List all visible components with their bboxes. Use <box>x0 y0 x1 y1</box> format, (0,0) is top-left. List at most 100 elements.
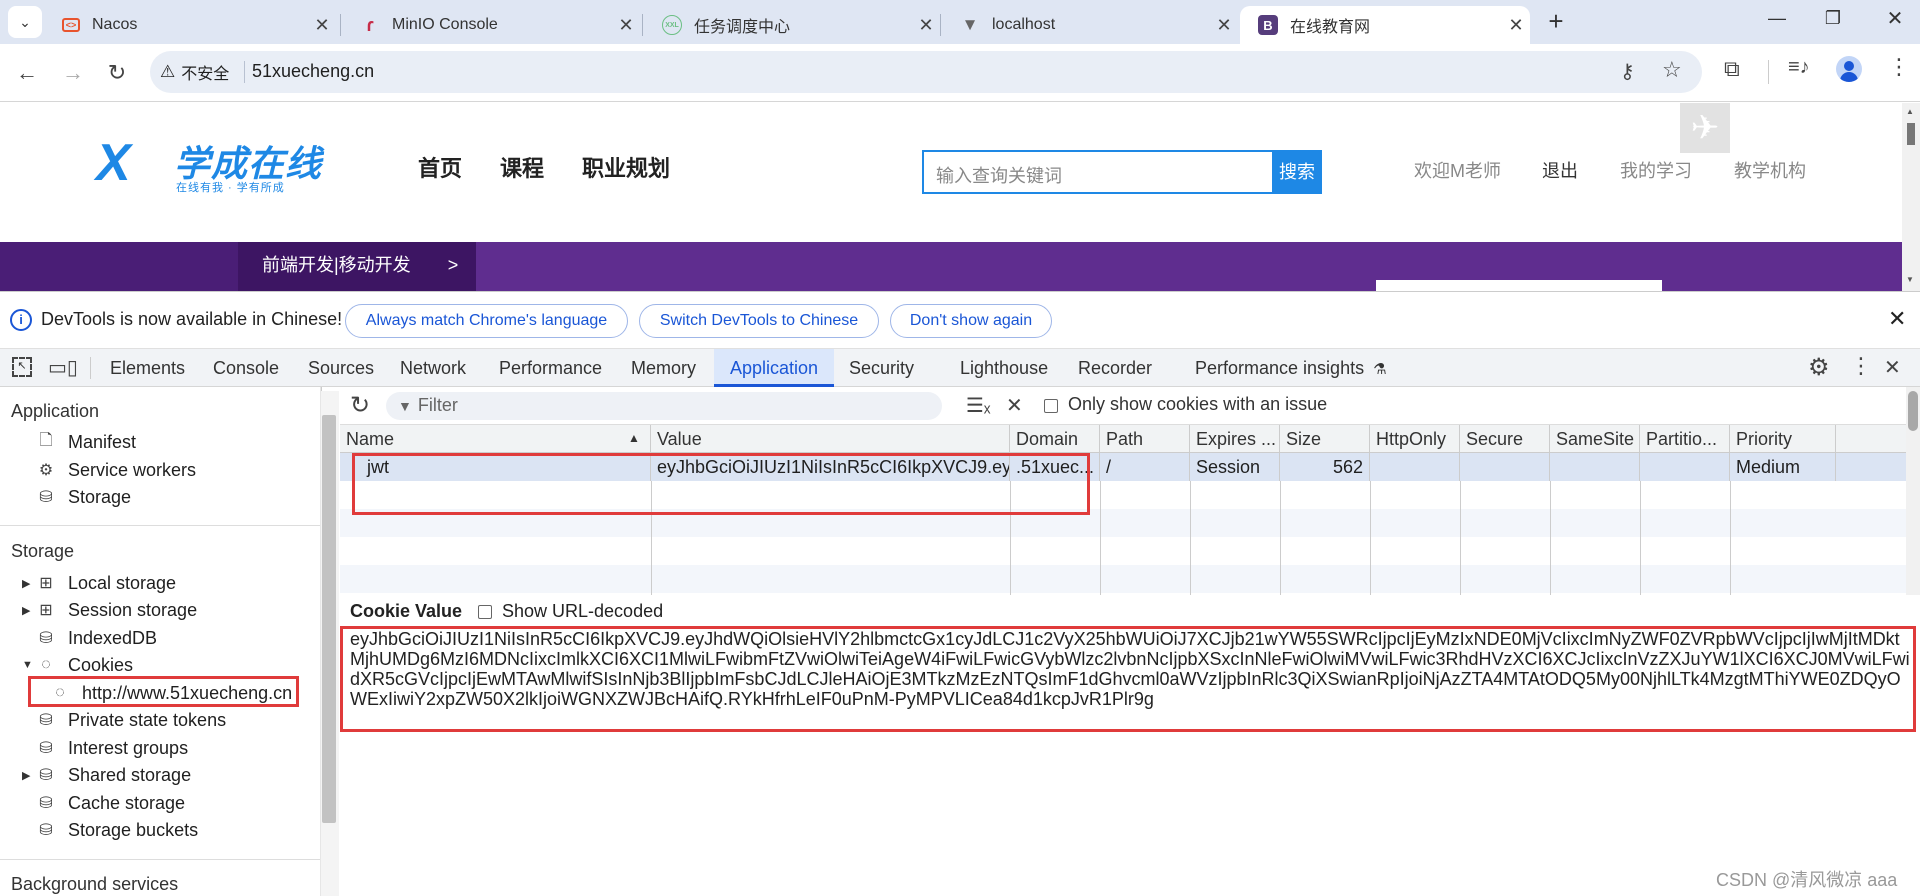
tab-security[interactable]: Security <box>849 349 914 387</box>
col-domain[interactable]: Domain <box>1010 425 1100 453</box>
site-search-input[interactable]: 输入查询关键词 <box>922 150 1272 194</box>
logout-link[interactable]: 退出 <box>1542 157 1578 183</box>
show-url-decoded-checkbox[interactable] <box>478 605 492 619</box>
tab-console[interactable]: Console <box>213 349 279 387</box>
sidebar-item-local-storage[interactable]: ⊞ Local storage <box>36 570 176 596</box>
tab-application[interactable]: Application <box>714 349 834 387</box>
sidebar-item-cookies[interactable]: ◌ Cookies <box>36 652 133 678</box>
browser-tab-localhost[interactable]: ▼ localhost ✕ <box>942 6 1238 44</box>
col-name[interactable]: Name <box>340 425 651 453</box>
switch-to-chinese-button[interactable]: Switch DevTools to Chinese <box>639 304 879 338</box>
nav-home[interactable]: 首页 <box>418 151 462 183</box>
tab-recorder[interactable]: Recorder <box>1078 349 1152 387</box>
banner-menu[interactable]: 前端开发|移动开发 > <box>238 242 476 291</box>
site-logo[interactable]: X 学成在线 在线有我 · 学有所成 <box>96 135 346 194</box>
expand-triangle-icon[interactable]: ▶ <box>22 577 30 590</box>
tab-performance-insights[interactable]: Performance insights ⚗ <box>1195 349 1387 387</box>
page-scrollbar[interactable]: ▲ ▼ <box>1902 103 1920 291</box>
teaching-org-link[interactable]: 教学机构 <box>1734 157 1806 183</box>
profile-avatar[interactable] <box>1836 56 1862 82</box>
sidebar-item-service-workers[interactable]: ⚙ Service workers <box>36 457 196 483</box>
extensions-icon[interactable]: ⧉ <box>1724 56 1740 82</box>
browser-tab-xxl-job[interactable]: XXL 任务调度中心 ✕ <box>644 6 940 44</box>
url-text[interactable]: 51xuecheng.cn <box>252 61 374 82</box>
close-icon[interactable]: ✕ <box>1210 15 1238 36</box>
close-icon[interactable]: ✕ <box>1502 15 1530 36</box>
bookmark-star-icon[interactable]: ☆ <box>1662 57 1682 83</box>
back-button[interactable]: ← <box>12 58 42 88</box>
refresh-icon[interactable]: ↻ <box>350 391 370 420</box>
browser-tab-minio[interactable]: ɾ MinIO Console ✕ <box>342 6 640 44</box>
browser-tab-nacos[interactable]: <> Nacos ✕ <box>44 6 336 44</box>
tab-performance[interactable]: Performance <box>499 349 602 387</box>
close-icon[interactable]: ✕ <box>912 15 940 36</box>
key-icon[interactable]: ⚷ <box>1620 59 1635 84</box>
collapse-triangle-icon[interactable]: ▼ <box>22 659 33 671</box>
devtools-close-icon[interactable]: ✕ <box>1884 355 1901 380</box>
new-tab-button[interactable]: + <box>1540 6 1572 38</box>
sidebar-item-session-storage[interactable]: ⊞ Session storage <box>36 597 197 623</box>
browser-tab-active[interactable]: B 在线教育网 ✕ <box>1240 6 1530 44</box>
airplane-icon[interactable]: ✈ <box>1680 103 1730 153</box>
settings-gear-icon[interactable]: ⚙ <box>1808 353 1830 382</box>
sidebar-item-shared-storage[interactable]: ⛁ Shared storage <box>36 762 191 788</box>
close-icon[interactable]: ✕ <box>612 15 640 36</box>
window-close-button[interactable]: ✕ <box>1880 6 1910 34</box>
sidebar-scrollbar-track[interactable] <box>321 391 339 896</box>
omnibox[interactable]: ⚠ 不安全 51xuecheng.cn ⚷ ☆ <box>150 51 1702 93</box>
reload-button[interactable]: ↻ <box>102 58 132 88</box>
nav-career[interactable]: 职业规划 <box>582 151 670 183</box>
device-toolbar-icon[interactable]: ▭▯ <box>48 355 78 380</box>
table-grid-icon: ⊞ <box>39 575 53 592</box>
security-chip[interactable]: ⚠ 不安全 <box>160 57 229 87</box>
clear-filtered-icon[interactable]: ☰ₓ <box>966 393 991 418</box>
minimize-button[interactable]: — <box>1762 8 1792 36</box>
infobar-close-icon[interactable]: ✕ <box>1888 306 1906 332</box>
col-path[interactable]: Path <box>1100 425 1190 453</box>
dont-show-again-button[interactable]: Don't show again <box>890 304 1052 338</box>
table-grid-icon: ⊞ <box>39 602 53 619</box>
col-samesite[interactable]: SameSite <box>1550 425 1640 453</box>
forward-button[interactable]: → <box>58 58 88 88</box>
only-issue-checkbox[interactable] <box>1044 399 1058 413</box>
always-match-language-button[interactable]: Always match Chrome's language <box>345 304 628 338</box>
col-expires[interactable]: Expires ... <box>1190 425 1280 453</box>
sidebar-item-indexeddb[interactable]: ⛁ IndexedDB <box>36 625 157 651</box>
tab-sources[interactable]: Sources <box>308 349 374 387</box>
close-icon[interactable]: ✕ <box>308 15 336 36</box>
sidebar-item-storage-overview[interactable]: ⛁ Storage <box>36 484 131 510</box>
col-partition[interactable]: Partitio... <box>1640 425 1730 453</box>
sidebar-item-interest-groups[interactable]: ⛁ Interest groups <box>36 735 188 761</box>
tab-elements[interactable]: Elements <box>110 349 185 387</box>
col-httponly[interactable]: HttpOnly <box>1370 425 1460 453</box>
sidebar-item-cache-storage[interactable]: ⛁ Cache storage <box>36 790 185 816</box>
more-menu-icon[interactable]: ⋮ <box>1888 54 1910 80</box>
my-learning-link[interactable]: 我的学习 <box>1620 157 1692 183</box>
tab-search-button[interactable]: ⌄ <box>8 6 42 38</box>
site-search-button[interactable]: 搜索 <box>1272 150 1322 194</box>
label: Storage <box>68 486 132 507</box>
expand-triangle-icon[interactable]: ▶ <box>22 604 30 617</box>
sidebar-header-application: Application <box>11 401 100 421</box>
filter-input[interactable]: ▼ Filter <box>386 392 942 420</box>
devtools-more-icon[interactable]: ⋮ <box>1850 353 1872 379</box>
sidebar-item-storage-buckets[interactable]: ⛁ Storage buckets <box>36 817 198 843</box>
tab-lighthouse[interactable]: Lighthouse <box>960 349 1048 387</box>
tab-memory[interactable]: Memory <box>631 349 696 387</box>
media-control-icon[interactable]: ≡♪ <box>1788 56 1810 79</box>
sidebar-item-private-state-tokens[interactable]: ⛁ Private state tokens <box>36 707 226 733</box>
col-priority[interactable]: Priority <box>1730 425 1836 453</box>
expand-triangle-icon[interactable]: ▶ <box>22 769 30 782</box>
table-scrollbar[interactable] <box>1906 387 1920 595</box>
col-value[interactable]: Value <box>651 425 1010 453</box>
col-secure[interactable]: Secure <box>1460 425 1550 453</box>
nav-courses[interactable]: 课程 <box>500 151 544 183</box>
sidebar-item-manifest[interactable]: 🗋 Manifest <box>36 429 136 455</box>
col-size[interactable]: Size <box>1280 425 1370 453</box>
tab-title: 任务调度中心 <box>694 19 791 36</box>
tab-network[interactable]: Network <box>400 349 466 387</box>
inspect-element-icon[interactable]: ↖ <box>12 357 32 377</box>
restore-button[interactable]: ❐ <box>1818 8 1848 36</box>
label: Storage buckets <box>68 819 199 840</box>
delete-selected-icon[interactable]: ✕ <box>1006 393 1023 418</box>
